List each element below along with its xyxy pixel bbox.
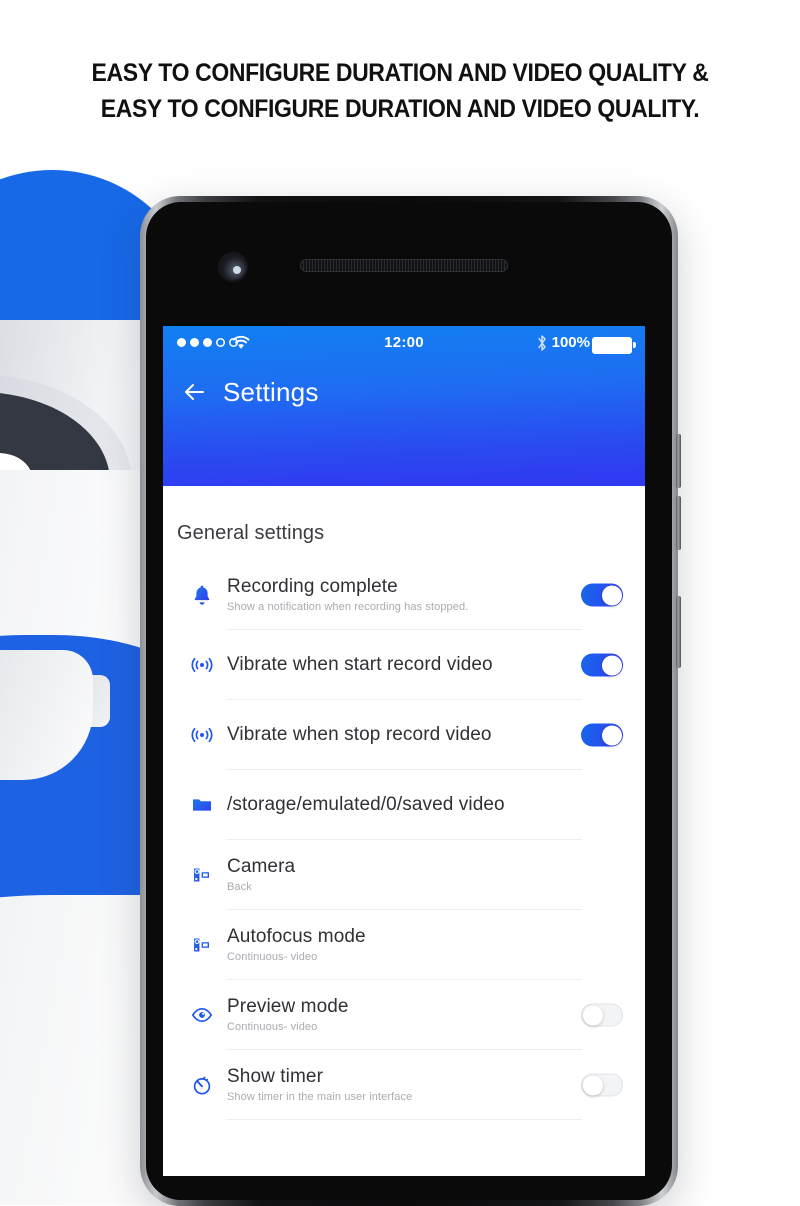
earpiece-speaker: [300, 259, 508, 272]
list-item-subtitle: Show a notification when recording has s…: [227, 601, 469, 613]
folder-icon: [185, 788, 219, 822]
toggle-knob: [601, 585, 622, 605]
phone-mockup: 12:00 100% Settings General settings Rec…: [140, 196, 681, 1206]
settings-list: Recording complete Show a notification w…: [163, 560, 645, 1120]
power-button[interactable]: [676, 596, 681, 668]
camcorder-icon: [185, 858, 219, 892]
list-item-text: Preview mode Continuous- video: [227, 995, 577, 1035]
toggle-vibrate-start[interactable]: [581, 653, 623, 677]
list-item-text: Recording complete Show a notification w…: [227, 575, 577, 615]
list-item[interactable]: Camera Back: [163, 840, 645, 910]
list-item-title: Camera: [227, 856, 296, 877]
toggle-knob: [582, 1005, 603, 1025]
section-header-general: General settings: [177, 522, 325, 544]
stopwatch-icon: [185, 1068, 219, 1102]
list-item-title: /storage/emulated/0/saved video: [227, 794, 505, 815]
front-camera-icon: [220, 254, 246, 280]
list-item-title: Show timer: [227, 1066, 324, 1087]
list-item-text: Camera Back: [227, 855, 577, 895]
phone-screen: 12:00 100% Settings General settings Rec…: [163, 326, 645, 1176]
list-item-subtitle: Show timer in the main user interface: [227, 1091, 413, 1103]
list-item[interactable]: Vibrate when start record video: [163, 630, 645, 700]
headline-line-2: EASY TO CONFIGURE DURATION AND VIDEO QUA…: [100, 95, 700, 123]
list-item-title: Vibrate when stop record video: [227, 724, 492, 745]
list-item[interactable]: Preview mode Continuous- video: [163, 980, 645, 1050]
volume-down-button[interactable]: [676, 496, 681, 550]
page-headline: EASY TO CONFIGURE DURATION AND VIDEO QUA…: [32, 55, 768, 127]
list-item-text: Vibrate when start record video: [227, 653, 577, 677]
headline-line-1: EASY TO CONFIGURE DURATION AND VIDEO QUA…: [91, 59, 709, 87]
toggle-vibrate-stop[interactable]: [581, 723, 623, 747]
list-item[interactable]: Autofocus mode Continuous- video: [163, 910, 645, 980]
list-item-text: Show timer Show timer in the main user i…: [227, 1065, 577, 1105]
toggle-show-timer[interactable]: [581, 1073, 623, 1097]
list-item[interactable]: Recording complete Show a notification w…: [163, 560, 645, 630]
back-arrow-icon[interactable]: [175, 372, 215, 412]
list-separator: [227, 1119, 582, 1120]
list-item-subtitle: Back: [227, 881, 252, 893]
list-item-title: Vibrate when start record video: [227, 654, 493, 675]
list-item-subtitle: Continuous- video: [227, 1021, 318, 1033]
camcorder-icon: [185, 928, 219, 962]
vibrate-icon: [185, 718, 219, 752]
bluetooth-icon: [538, 335, 546, 351]
list-item[interactable]: /storage/emulated/0/saved video: [163, 770, 645, 840]
eye-icon: [185, 998, 219, 1032]
vibrate-icon: [185, 648, 219, 682]
list-item-text: Vibrate when stop record video: [227, 723, 577, 747]
list-item-title: Preview mode: [227, 996, 349, 1017]
toggle-recording-complete[interactable]: [581, 583, 623, 607]
list-item[interactable]: Show timer Show timer in the main user i…: [163, 1050, 645, 1120]
list-item-title: Recording complete: [227, 576, 398, 597]
settings-content: General settings Recording complete Show…: [163, 486, 645, 1176]
toggle-knob: [601, 725, 622, 745]
battery-full-icon: [592, 337, 636, 354]
status-bar: 12:00 100%: [163, 326, 645, 362]
toggle-preview-mode[interactable]: [581, 1003, 623, 1027]
volume-up-button[interactable]: [676, 434, 681, 488]
toggle-knob: [582, 1075, 603, 1095]
app-header: 12:00 100% Settings: [163, 326, 645, 486]
list-item-subtitle: Continuous- video: [227, 951, 318, 963]
page-title: Settings: [223, 377, 319, 407]
list-item[interactable]: Vibrate when stop record video: [163, 700, 645, 770]
front-camera-lens: [233, 266, 241, 274]
toggle-knob: [601, 655, 622, 675]
list-item-text: /storage/emulated/0/saved video: [227, 793, 577, 817]
bell-icon: [185, 578, 219, 612]
battery-percent-label: 100%: [551, 334, 590, 351]
list-item-text: Autofocus mode Continuous- video: [227, 925, 577, 965]
list-item-title: Autofocus mode: [227, 926, 366, 947]
